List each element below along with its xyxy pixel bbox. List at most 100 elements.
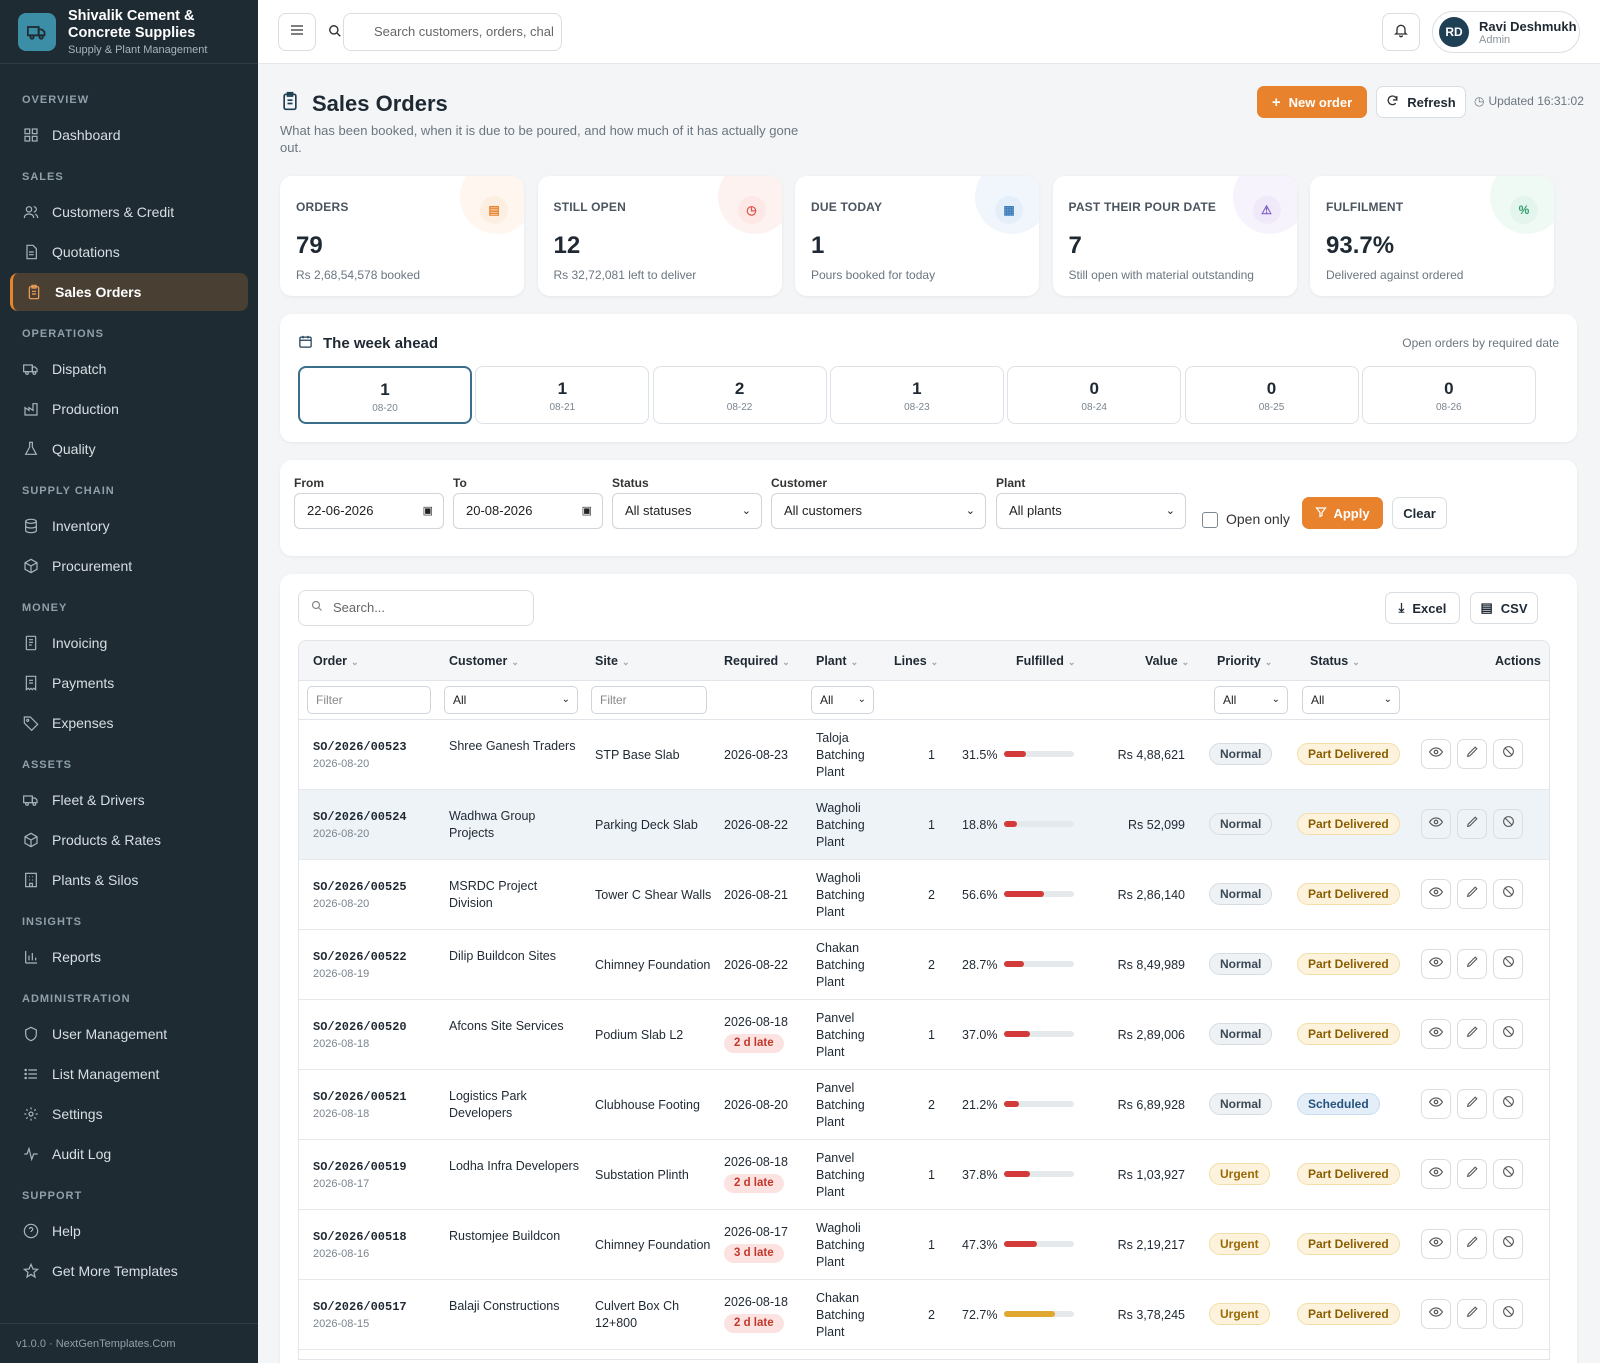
col-plant[interactable]: Plant ⌄	[816, 654, 858, 668]
menu-toggle-button[interactable]	[278, 13, 316, 51]
sidebar-item-list-management[interactable]: List Management	[10, 1055, 248, 1093]
sidebar-item-reports[interactable]: Reports	[10, 938, 248, 976]
table-row[interactable]: SO/2026/00517 2026-08-15 Balaji Construc…	[299, 1280, 1549, 1350]
cancel-order-button[interactable]	[1493, 739, 1523, 769]
view-button[interactable]	[1421, 949, 1451, 979]
col-required[interactable]: Required ⌄	[724, 654, 790, 668]
table-row[interactable]: SO/2026/00524 2026-08-20 Wadhwa Group Pr…	[299, 790, 1549, 860]
edit-button[interactable]	[1457, 949, 1487, 979]
status-filter-select[interactable]: All ⌄	[1302, 686, 1400, 714]
cancel-order-button[interactable]	[1493, 1089, 1523, 1119]
sidebar-item-sales-orders[interactable]: Sales Orders	[10, 273, 248, 311]
open-only-label[interactable]: Open only	[1226, 511, 1290, 527]
sidebar-item-audit-log[interactable]: Audit Log	[10, 1135, 248, 1173]
view-button[interactable]	[1421, 1299, 1451, 1329]
clear-button[interactable]: Clear	[1392, 497, 1447, 529]
site-filter-input[interactable]: Filter	[591, 686, 707, 714]
sidebar-item-settings[interactable]: Settings	[10, 1095, 248, 1133]
view-button[interactable]	[1421, 1019, 1451, 1049]
week-day-6[interactable]: 0 08-26	[1361, 366, 1536, 424]
edit-button[interactable]	[1457, 1159, 1487, 1189]
week-day-2[interactable]: 2 08-22	[652, 366, 827, 424]
view-button[interactable]	[1421, 1229, 1451, 1259]
col-lines[interactable]: Lines ⌄	[894, 654, 938, 668]
edit-button[interactable]	[1457, 879, 1487, 909]
order-number[interactable]: SO/2026/00518	[313, 1229, 407, 1246]
week-day-5[interactable]: 0 08-25	[1184, 366, 1359, 424]
user-menu[interactable]: RD Ravi Deshmukh Admin	[1432, 11, 1580, 53]
order-number[interactable]: SO/2026/00524	[313, 809, 407, 826]
order-filter-input[interactable]: Filter	[307, 686, 431, 714]
view-button[interactable]	[1421, 809, 1451, 839]
col-customer[interactable]: Customer ⌄	[449, 654, 519, 668]
plant-select[interactable]: All plants ⌄	[996, 493, 1186, 529]
sidebar-item-invoicing[interactable]: Invoicing	[10, 624, 248, 662]
brand[interactable]: Shivalik Cement & Concrete Supplies Supp…	[0, 0, 258, 64]
table-row[interactable]: SO/2026/00520 2026-08-18 Afcons Site Ser…	[299, 1000, 1549, 1070]
view-button[interactable]	[1421, 879, 1451, 909]
apply-button[interactable]: Apply	[1302, 497, 1383, 529]
sidebar-item-expenses[interactable]: Expenses	[10, 704, 248, 742]
table-row[interactable]: SO/2026/00523 2026-08-20 Shree Ganesh Tr…	[299, 720, 1549, 790]
to-date-input[interactable]: 20-08-2026 ▣	[453, 493, 603, 529]
table-row[interactable]: SO/2026/00525 2026-08-20 MSRDC Project D…	[299, 860, 1549, 930]
order-number[interactable]: SO/2026/00525	[313, 879, 407, 896]
edit-button[interactable]	[1457, 1299, 1487, 1329]
sidebar-item-customers-credit[interactable]: Customers & Credit	[10, 193, 248, 231]
customer-filter-select[interactable]: All ⌄	[444, 686, 578, 714]
week-day-4[interactable]: 0 08-24	[1007, 366, 1182, 424]
table-row[interactable]: SO/2026/00522 2026-08-19 Dilip Buildcon …	[299, 930, 1549, 1000]
order-number[interactable]: SO/2026/00523	[313, 739, 407, 756]
col-priority[interactable]: Priority ⌄	[1217, 654, 1272, 668]
sidebar-item-dispatch[interactable]: Dispatch	[10, 350, 248, 388]
plant-filter-select[interactable]: All ⌄	[811, 686, 874, 714]
sidebar-item-production[interactable]: Production	[10, 390, 248, 428]
order-number[interactable]: SO/2026/00520	[313, 1019, 407, 1036]
table-search-input[interactable]: Search...	[298, 590, 534, 626]
sidebar-item-products-rates[interactable]: Products & Rates	[10, 821, 248, 859]
priority-filter-select[interactable]: All ⌄	[1214, 686, 1288, 714]
sidebar-item-inventory[interactable]: Inventory	[10, 507, 248, 545]
table-row[interactable]: SO/2026/00521 2026-08-18 Logistics Park …	[299, 1070, 1549, 1140]
table-row[interactable]: SO/2026/00519 2026-08-17 Lodha Infra Dev…	[299, 1140, 1549, 1210]
notifications-button[interactable]	[1382, 13, 1420, 51]
cancel-order-button[interactable]	[1493, 1229, 1523, 1259]
week-day-1[interactable]: 1 08-21	[475, 366, 650, 424]
sidebar-item-user-management[interactable]: User Management	[10, 1015, 248, 1053]
edit-button[interactable]	[1457, 1019, 1487, 1049]
order-number[interactable]: SO/2026/00521	[313, 1089, 407, 1106]
customer-select[interactable]: All customers ⌄	[771, 493, 986, 529]
export-excel-button[interactable]: ⤓ Excel	[1385, 592, 1460, 624]
refresh-button[interactable]: Refresh	[1376, 86, 1466, 118]
table-row[interactable]: SO/2026/00518 2026-08-16 Rustomjee Build…	[299, 1210, 1549, 1280]
cancel-order-button[interactable]	[1493, 1019, 1523, 1049]
new-order-button[interactable]: + New order	[1257, 86, 1367, 118]
sidebar-item-plants-silos[interactable]: Plants & Silos	[10, 861, 248, 899]
cancel-order-button[interactable]	[1493, 809, 1523, 839]
global-search-input[interactable]: Search customers, orders, chal	[343, 13, 562, 51]
edit-button[interactable]	[1457, 739, 1487, 769]
edit-button[interactable]	[1457, 1089, 1487, 1119]
sidebar-item-fleet-drivers[interactable]: Fleet & Drivers	[10, 781, 248, 819]
sidebar-item-quality[interactable]: Quality	[10, 430, 248, 468]
order-number[interactable]: SO/2026/00522	[313, 949, 407, 966]
open-only-checkbox[interactable]	[1202, 512, 1218, 528]
view-button[interactable]	[1421, 1159, 1451, 1189]
view-button[interactable]	[1421, 1089, 1451, 1119]
order-number[interactable]: SO/2026/00519	[313, 1159, 407, 1176]
col-value[interactable]: Value ⌄	[1145, 654, 1189, 668]
cancel-order-button[interactable]	[1493, 879, 1523, 909]
sidebar-item-get-more-templates[interactable]: Get More Templates	[10, 1252, 248, 1290]
sidebar-item-help[interactable]: Help	[10, 1212, 248, 1250]
col-order[interactable]: Order ⌄	[313, 654, 359, 668]
export-csv-button[interactable]: ▤ CSV	[1470, 592, 1538, 624]
sidebar-item-payments[interactable]: Payments	[10, 664, 248, 702]
col-status[interactable]: Status ⌄	[1310, 654, 1360, 668]
from-date-input[interactable]: 22-06-2026 ▣	[294, 493, 444, 529]
edit-button[interactable]	[1457, 1229, 1487, 1259]
view-button[interactable]	[1421, 739, 1451, 769]
edit-button[interactable]	[1457, 809, 1487, 839]
cancel-order-button[interactable]	[1493, 1299, 1523, 1329]
col-site[interactable]: Site ⌄	[595, 654, 629, 668]
col-fulfilled[interactable]: Fulfilled ⌄	[1016, 654, 1075, 668]
